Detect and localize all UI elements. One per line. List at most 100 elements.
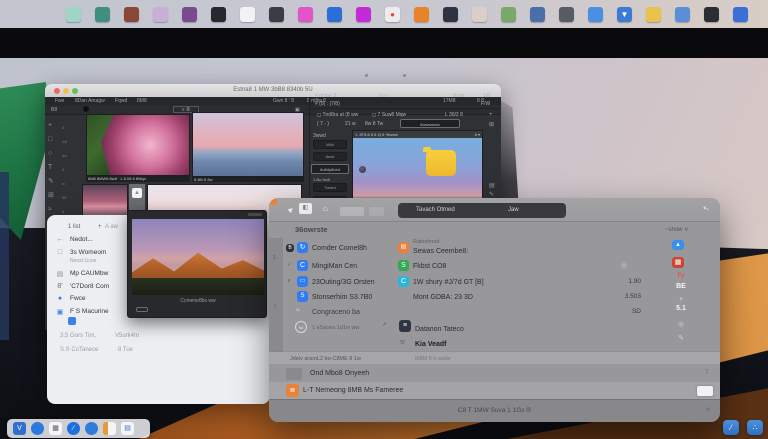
grid-badge-icon[interactable]: ▦ [672,257,684,268]
app-magenta-chart[interactable] [298,6,313,22]
search-tab-2[interactable]: Jaw [508,207,519,213]
list-item[interactable]: 'C7Dor8 Com [70,283,109,290]
app-green-white[interactable] [501,6,516,22]
brush-dot-icon[interactable] [83,106,89,112]
result-label[interactable]: Fkbst CO8 [413,263,446,270]
dock-bars[interactable] [103,422,116,435]
app-blue-image[interactable] [530,6,545,22]
editor-tool-4[interactable]: ✎ w [48,176,78,188]
app-gray-image[interactable] [559,6,574,22]
result-label[interactable]: 23Outing/3G Orsten [312,279,375,286]
panel-button[interactable]: 8wrd [313,152,347,161]
editor-tool-3[interactable]: T8 [48,162,78,174]
files-header-right[interactable]: A aw [105,224,118,230]
app-grid-pink[interactable] [153,6,168,22]
list-item[interactable]: Nedot... [70,236,93,243]
ring-icon[interactable]: ◎ [670,320,692,328]
search-tab-1[interactable]: Tavach Otmed [416,207,455,213]
list-item[interactable]: 3s Womeom [70,249,106,256]
tool-preset-chip[interactable]: B8 [51,107,57,113]
zoom-button[interactable] [72,88,78,94]
editor-tool-5[interactable]: ⊞ 88 [48,190,78,202]
highlighted-input[interactable]: 8o8dy8hed [311,164,349,174]
pointer-icon[interactable]: ↖ [702,203,711,214]
dock-sphere[interactable] [85,422,98,435]
fy-badge[interactable]: Fy [670,273,692,279]
app-blue-q[interactable] [327,6,342,22]
app-orange[interactable] [414,6,429,22]
edge-strip-icon-0[interactable]: + [489,112,493,118]
dock-doc-v[interactable]: V [13,422,26,435]
plus-badge[interactable]: + [670,297,692,303]
corner-dots-icon[interactable]: ∴ [747,420,763,435]
mini-button[interactable] [136,307,148,312]
editor-tool-2[interactable]: ○ 8w [48,148,78,160]
list-item[interactable]: Fwce [70,295,86,302]
result-label[interactable]: Ond Mbo8 Onyeeh [310,370,369,377]
text-input[interactable]: 8wwwwww [400,119,460,128]
close-button[interactable] [54,88,60,94]
sidebar-toggle-icon[interactable]: ◧ [299,203,312,214]
photo-thumbnail-sea-sunset[interactable] [192,112,304,177]
edge-strip-icon-2[interactable]: ▤ [489,182,495,189]
app-purple-f[interactable] [356,6,371,22]
add-button[interactable]: + [98,224,102,230]
editor-titlebar[interactable]: Estna8 1 MW 3bB8 8340b 5U [45,84,501,97]
result-label[interactable]: Stonserhim S3.7B0 [312,294,372,301]
edge-strip-icon-3[interactable]: ✎ [489,191,494,198]
pencil-icon[interactable]: ✎ [670,334,692,342]
be-badge[interactable]: BE [670,283,692,290]
checkbox-option[interactable]: ◻ Tnd8ra at (8 ww [317,112,358,118]
photo-badge-icon[interactable]: ▲ [672,240,684,250]
app-photo-red[interactable] [124,6,139,22]
menu-item[interactable]: 8M8 [137,98,147,104]
photo-thumbnail-sunset-burst[interactable] [86,114,190,176]
slider-control[interactable]: ( 7 · ) [317,121,329,127]
corner-pen-icon[interactable]: ∕ [723,420,739,435]
app-bubble[interactable] [588,6,603,22]
app-vinyl[interactable] [269,6,284,22]
app-blue-v[interactable]: ▼ [617,6,632,22]
dock-text-doc[interactable]: ▤ [121,422,134,435]
selected-row[interactable]: ≣ L-T Nemeong 8MB Ms Fameree [269,382,720,399]
result-label[interactable]: 1W shury #J/7d GT [B] [413,279,484,286]
app-photos[interactable] [472,6,487,22]
result-label[interactable]: Comder Comel8h [312,245,367,252]
checkbox-option[interactable]: ◻ 7 Suw8 Mqw [372,112,406,118]
editor-tool-0[interactable]: +8 [48,120,78,132]
share-icon[interactable]: ⌂ [323,204,328,213]
dock-globe[interactable] [31,422,44,435]
minimize-button[interactable] [63,88,69,94]
subwindow-titlebar[interactable]: 1. 8T8:8 8 8 4) 8 *8www 8 ▾ [353,131,482,138]
menu-item[interactable]: Gwn 8 ' 8 [273,98,294,104]
disabled-icon[interactable] [369,207,384,216]
version-badge[interactable]: 5.1 [670,305,692,312]
mountain-photo[interactable] [132,219,264,295]
disabled-segment[interactable] [340,207,364,216]
app-grid-teal[interactable] [66,6,81,22]
search-field[interactable]: Tavach Otmed Jaw [398,203,566,218]
app-purple-circle[interactable] [182,6,197,22]
app-black[interactable] [211,6,226,22]
panel-button[interactable]: M8d [313,140,347,149]
subwindow-controls[interactable]: 8 ▾ [475,131,480,138]
app-white-dot[interactable]: ● [385,6,400,22]
app-notes[interactable] [240,6,255,22]
dock-compass[interactable]: ∕ [67,422,80,435]
result-label[interactable]: MingiMan Cen [312,263,357,270]
result-label[interactable]: Sewas Ceembe8: [413,248,468,255]
cursor-icon[interactable]: ► [285,204,297,216]
app-blue-doc[interactable] [675,6,690,22]
list-item[interactable]: F S Macurine [70,308,109,315]
result-label[interactable]: Datanon Tateco [415,326,464,333]
close-icon[interactable]: ✕ [705,406,711,414]
app-dark-book[interactable] [704,6,719,22]
result-label-small[interactable]: 1 eSaoes 1d1w ww [312,325,359,331]
blue-app-chip[interactable] [68,317,76,325]
app-folder[interactable] [646,6,661,22]
panel-button[interactable]: Twwrd [313,183,347,192]
result-label[interactable]: Mont GDBA: 23 3D [413,294,473,301]
editor-tool-1[interactable]: □ w8 [48,134,78,146]
dock-grid[interactable]: ▦ [49,422,62,435]
menu-item[interactable]: Fwe [55,98,64,104]
